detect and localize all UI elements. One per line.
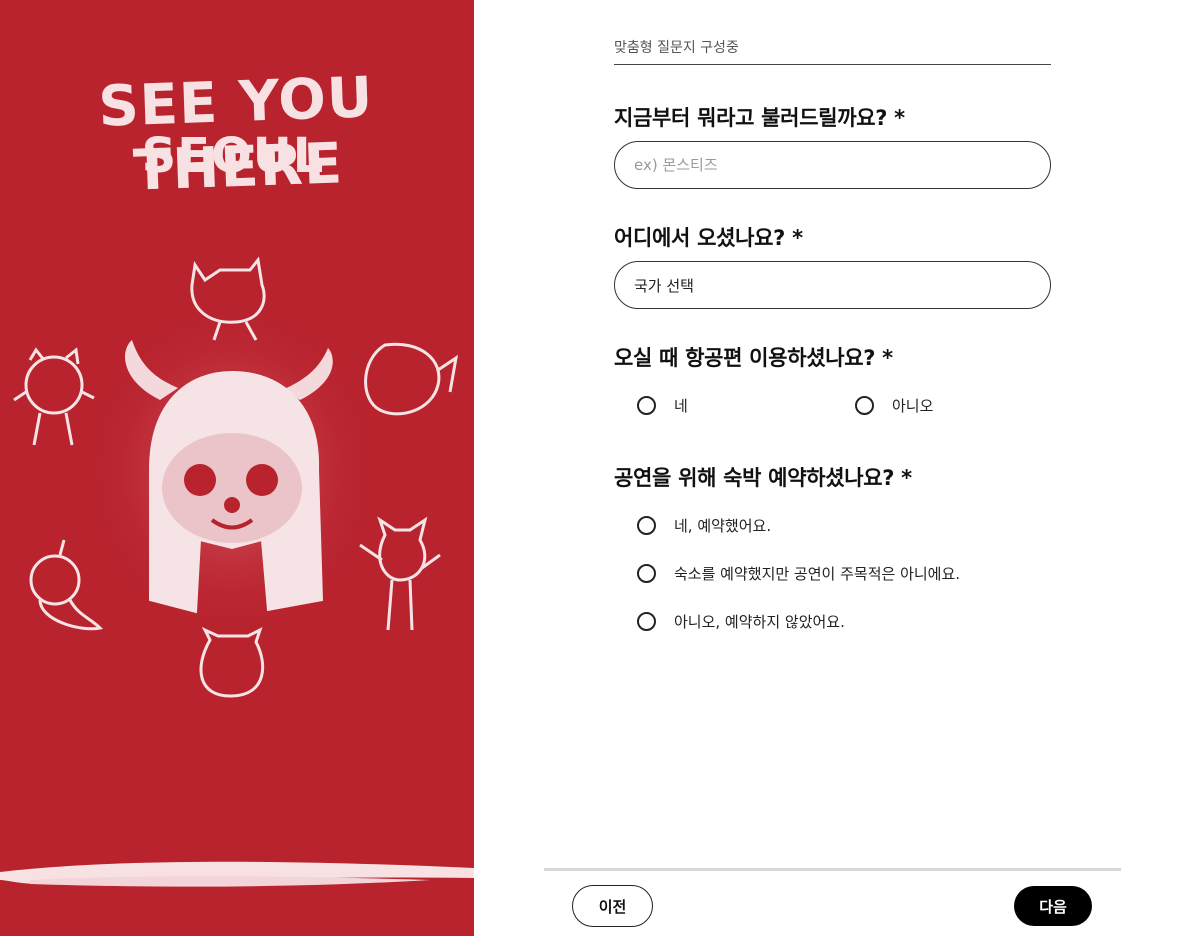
poster-panel: SEE YOU THERE SEOUL <box>0 0 474 936</box>
lodging-option-no[interactable]: 아니오, 예약하지 않았어요. <box>637 611 845 632</box>
country-select[interactable]: 국가 선택 <box>614 261 1051 309</box>
prev-button[interactable]: 이전 <box>572 885 653 927</box>
question-nickname: 지금부터 뭐라고 불러드릴까요? * <box>614 106 905 130</box>
radio-label: 네, 예약했어요. <box>674 517 772 535</box>
radio-circle-icon[interactable] <box>637 396 656 415</box>
lodging-option-not-main-purpose[interactable]: 숙소를 예약했지만 공연이 주목적은 아니에요. <box>637 563 960 584</box>
country-select-value: 국가 선택 <box>634 276 694 295</box>
question-lodging: 공연을 위해 숙박 예약하셨나요? * <box>614 466 912 490</box>
next-button[interactable]: 다음 <box>1014 886 1092 926</box>
radio-label: 아니오, 예약하지 않았어요. <box>674 613 845 631</box>
radio-circle-icon[interactable] <box>855 396 874 415</box>
nickname-field[interactable] <box>614 141 1051 189</box>
lodging-option-yes[interactable]: 네, 예약했어요. <box>637 515 771 536</box>
question-country: 어디에서 오셨나요? * <box>614 226 803 250</box>
radio-circle-icon[interactable] <box>637 516 656 535</box>
survey-form: 맞춤형 질문지 구성중 지금부터 뭐라고 불러드릴까요? * 어디에서 오셨나요… <box>474 0 1189 936</box>
progress-status: 맞춤형 질문지 구성중 <box>614 37 1051 65</box>
footer-divider <box>544 868 1121 871</box>
radio-circle-icon[interactable] <box>637 564 656 583</box>
radio-label: 네 <box>674 397 688 415</box>
poster-title-line2: SEOUL <box>141 128 325 184</box>
flight-option-yes[interactable]: 네 <box>637 395 688 416</box>
nickname-input[interactable] <box>634 156 1031 174</box>
question-flight: 오실 때 항공편 이용하셨나요? * <box>614 346 893 370</box>
radio-label: 아니오 <box>892 397 934 415</box>
radio-circle-icon[interactable] <box>637 612 656 631</box>
flight-option-no[interactable]: 아니오 <box>855 395 933 416</box>
radio-label: 숙소를 예약했지만 공연이 주목적은 아니에요. <box>674 565 961 583</box>
